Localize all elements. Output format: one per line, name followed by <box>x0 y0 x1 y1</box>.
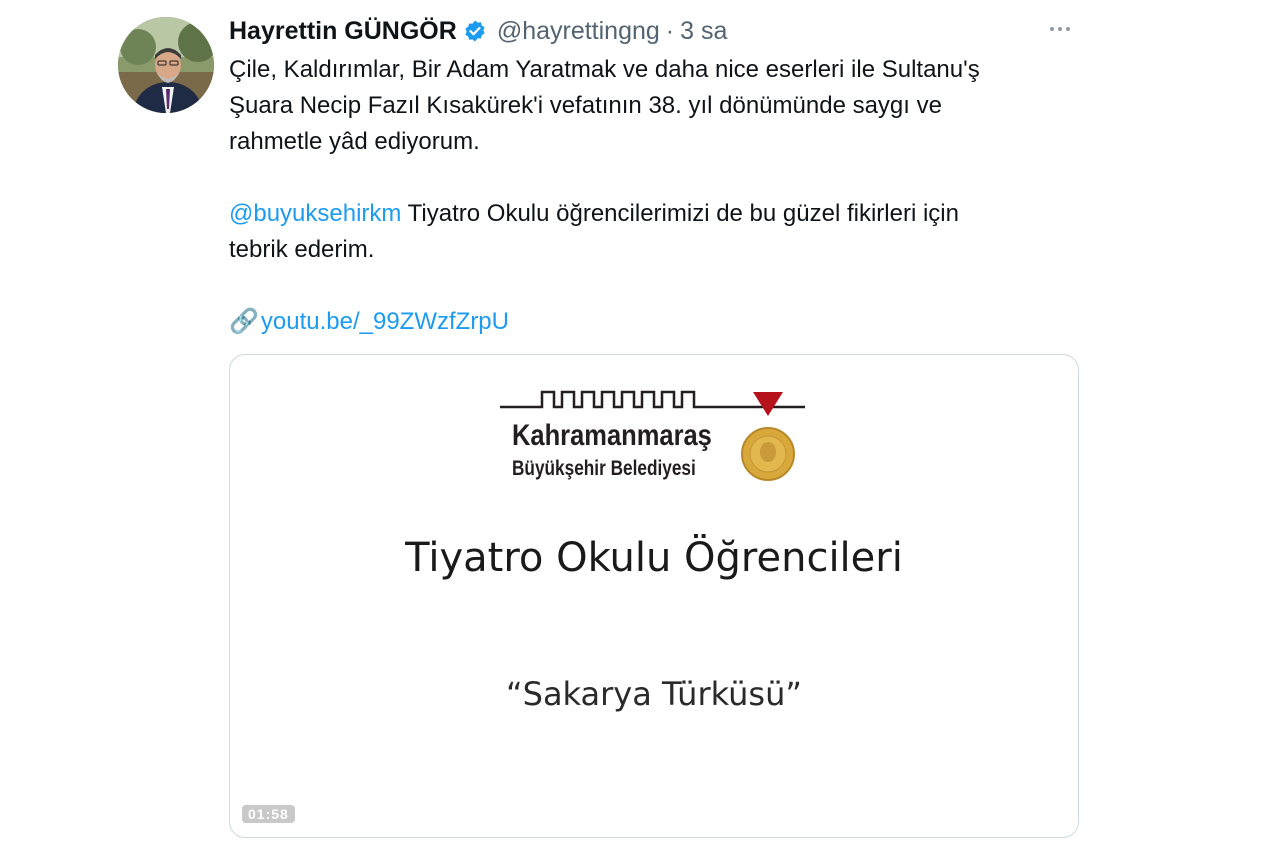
verified-badge-icon <box>463 19 487 43</box>
tweet-header: Hayrettin GÜNGÖR @hayrettingng · 3 sa <box>229 14 727 48</box>
link-chain-icon: 🔗 <box>229 308 259 335</box>
tweet-timestamp[interactable]: 3 sa <box>680 17 727 46</box>
tweet: Hayrettin GÜNGÖR @hayrettingng · 3 sa Çi… <box>0 0 1283 852</box>
more-dot <box>1058 27 1062 31</box>
tweet-link-line: 🔗 youtu.be/_99ZWzfZrpU <box>229 304 1069 340</box>
video-duration-badge: 01:58 <box>242 805 295 823</box>
avatar-photo <box>118 17 214 113</box>
tweet-text: Çile, Kaldırımlar, Bir Adam Yaratmak ve … <box>229 52 1069 340</box>
author-handle[interactable]: @hayrettingng <box>497 17 660 46</box>
tweet-mention-line: @buyuksehirkm Tiyatro Okulu öğrencilerim… <box>229 196 1069 232</box>
mention-link[interactable]: @buyuksehirkm <box>229 200 401 227</box>
more-dot <box>1066 27 1070 31</box>
header-separator: · <box>665 16 675 45</box>
tweet-text-line: rahmetle yâd ediyorum. <box>229 128 480 155</box>
author-display-name[interactable]: Hayrettin GÜNGÖR <box>229 17 457 46</box>
video-subtitle: “Sakarya Türküsü” <box>506 675 802 713</box>
logo-title: Kahramanmaraş <box>512 419 712 452</box>
youtube-link[interactable]: youtu.be/_99ZWzfZrpU <box>261 304 509 340</box>
tweet-text-line: Şuara Necip Fazıl Kısakürek'i vefatının … <box>229 92 942 119</box>
avatar[interactable] <box>118 17 214 113</box>
video-title: Tiyatro Okulu Öğrencileri <box>405 535 903 581</box>
tweet-text-segment: Tiyatro Okulu öğrencilerimizi de bu güze… <box>401 200 959 227</box>
logo-subtitle: Büyükşehir Belediyesi <box>512 457 696 480</box>
tweet-text-line: tebrik ederim. <box>229 236 375 263</box>
tweet-text-line: Çile, Kaldırımlar, Bir Adam Yaratmak ve … <box>229 56 980 83</box>
more-options-icon[interactable] <box>1040 14 1080 44</box>
video-card[interactable]: Kahramanmaraş Büyükşehir Belediyesi Tiya… <box>229 354 1079 838</box>
more-dot <box>1050 27 1054 31</box>
